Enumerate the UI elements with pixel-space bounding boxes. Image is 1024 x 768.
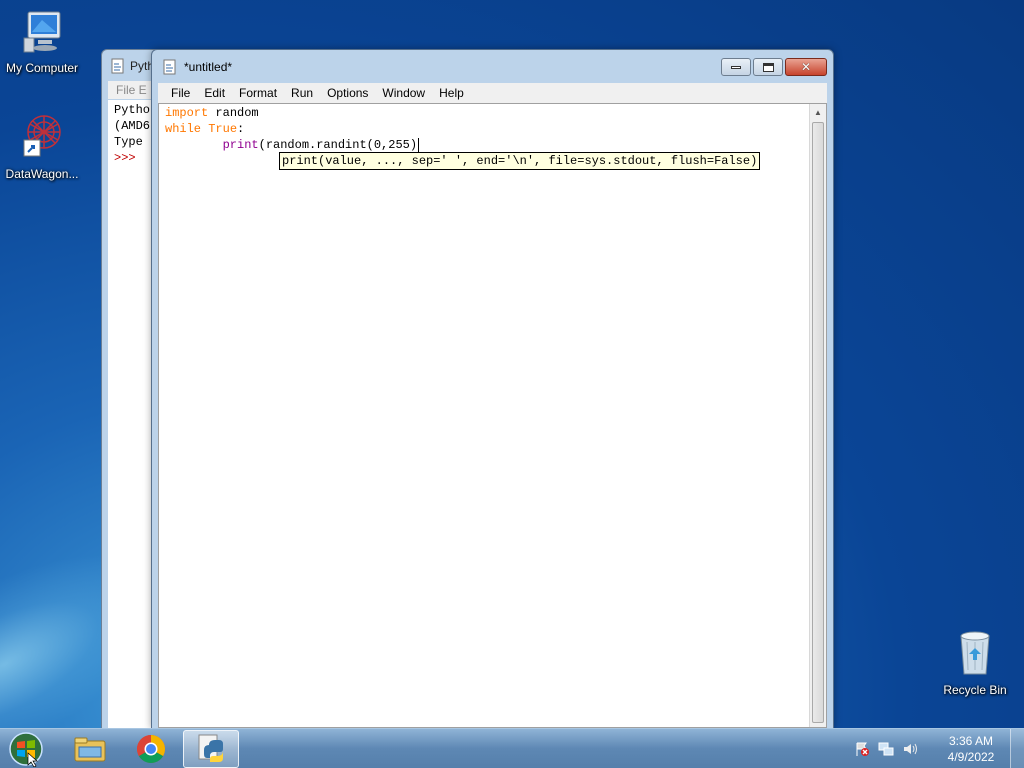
code-module: random bbox=[208, 106, 259, 120]
code-call-args: (random.randint(0,255) bbox=[258, 138, 418, 152]
python-file-icon bbox=[111, 58, 124, 74]
python-file-icon bbox=[163, 59, 176, 75]
minimize-button[interactable] bbox=[721, 58, 751, 76]
shell-line-1: Pytho bbox=[114, 103, 151, 117]
taskbar: 3:36 AM 4/9/2022 bbox=[0, 728, 1024, 768]
taskbar-python-button[interactable] bbox=[183, 730, 239, 768]
network-icon[interactable] bbox=[877, 740, 895, 758]
show-desktop-button[interactable] bbox=[1010, 729, 1024, 768]
desktop-icon-recycle-bin[interactable]: Recycle Bin bbox=[933, 628, 1017, 697]
windows-explorer-icon bbox=[74, 737, 106, 762]
python-idle-icon bbox=[198, 734, 223, 762]
windows-start-orb-icon bbox=[9, 732, 43, 768]
datawagon-icon bbox=[23, 115, 61, 157]
maximize-button[interactable] bbox=[753, 58, 783, 76]
code-editor[interactable]: import random while True: print(random.r… bbox=[158, 103, 827, 728]
system-tray: 3:36 AM 4/9/2022 bbox=[850, 729, 1024, 768]
recycle-bin-label: Recycle Bin bbox=[943, 683, 1007, 697]
taskbar-explorer-button[interactable] bbox=[62, 730, 118, 768]
shell-line-3: Type bbox=[114, 135, 151, 149]
calltip-tooltip: print(value, ..., sep=' ', end='\n', fil… bbox=[279, 152, 761, 170]
vertical-scrollbar[interactable]: ▲ bbox=[809, 104, 826, 727]
desktop-icon-datawagon[interactable]: DataWagon... bbox=[0, 110, 84, 181]
editor-menubar: File Edit Format Run Options Window Help bbox=[158, 83, 827, 103]
close-icon: ✕ bbox=[800, 60, 812, 74]
action-center-flag-icon[interactable] bbox=[853, 740, 871, 758]
shell-prompt: >>> bbox=[114, 151, 136, 165]
text-cursor bbox=[418, 137, 420, 152]
keyword-import: import bbox=[165, 106, 209, 120]
code-text[interactable]: import random while True: print(random.r… bbox=[165, 105, 806, 153]
menu-format[interactable]: Format bbox=[232, 86, 284, 100]
editor-titlebar[interactable]: *untitled* ✕ bbox=[152, 50, 833, 84]
code-colon: : bbox=[237, 122, 245, 136]
datawagon-label: DataWagon... bbox=[5, 167, 79, 181]
menu-file[interactable]: File bbox=[164, 86, 197, 100]
volume-icon[interactable] bbox=[901, 740, 919, 758]
menu-run[interactable]: Run bbox=[284, 86, 320, 100]
keyword-true: True bbox=[208, 122, 238, 136]
chrome-icon bbox=[137, 735, 165, 763]
menu-edit[interactable]: Edit bbox=[197, 86, 232, 100]
editor-title: *untitled* bbox=[184, 60, 233, 74]
minimize-icon bbox=[731, 65, 741, 69]
clock-date: 4/9/2022 bbox=[947, 750, 995, 764]
menu-help[interactable]: Help bbox=[432, 86, 471, 100]
builtin-print: print bbox=[222, 138, 259, 152]
window-controls: ✕ bbox=[721, 58, 827, 76]
scroll-up-arrow-icon[interactable]: ▲ bbox=[810, 104, 826, 121]
start-button[interactable] bbox=[6, 731, 46, 768]
recycle-bin-icon bbox=[960, 631, 990, 675]
keyword-while: while bbox=[165, 122, 202, 136]
desktop-icon-my-computer[interactable]: My Computer bbox=[0, 8, 84, 75]
my-computer-label: My Computer bbox=[5, 61, 79, 75]
scrollbar-thumb[interactable] bbox=[812, 122, 824, 723]
shell-line-2: (AMD6 bbox=[114, 119, 151, 133]
computer-icon bbox=[23, 11, 61, 53]
menu-options[interactable]: Options bbox=[320, 86, 375, 100]
taskbar-chrome-button[interactable] bbox=[123, 730, 179, 768]
taskbar-clock[interactable]: 3:36 AM 4/9/2022 bbox=[932, 733, 1010, 765]
close-button[interactable]: ✕ bbox=[785, 58, 827, 76]
idle-editor-window[interactable]: *untitled* ✕ File Edit Format Run Option… bbox=[151, 49, 834, 729]
maximize-icon bbox=[762, 62, 774, 72]
clock-time: 3:36 AM bbox=[948, 734, 994, 748]
menu-window[interactable]: Window bbox=[375, 86, 432, 100]
